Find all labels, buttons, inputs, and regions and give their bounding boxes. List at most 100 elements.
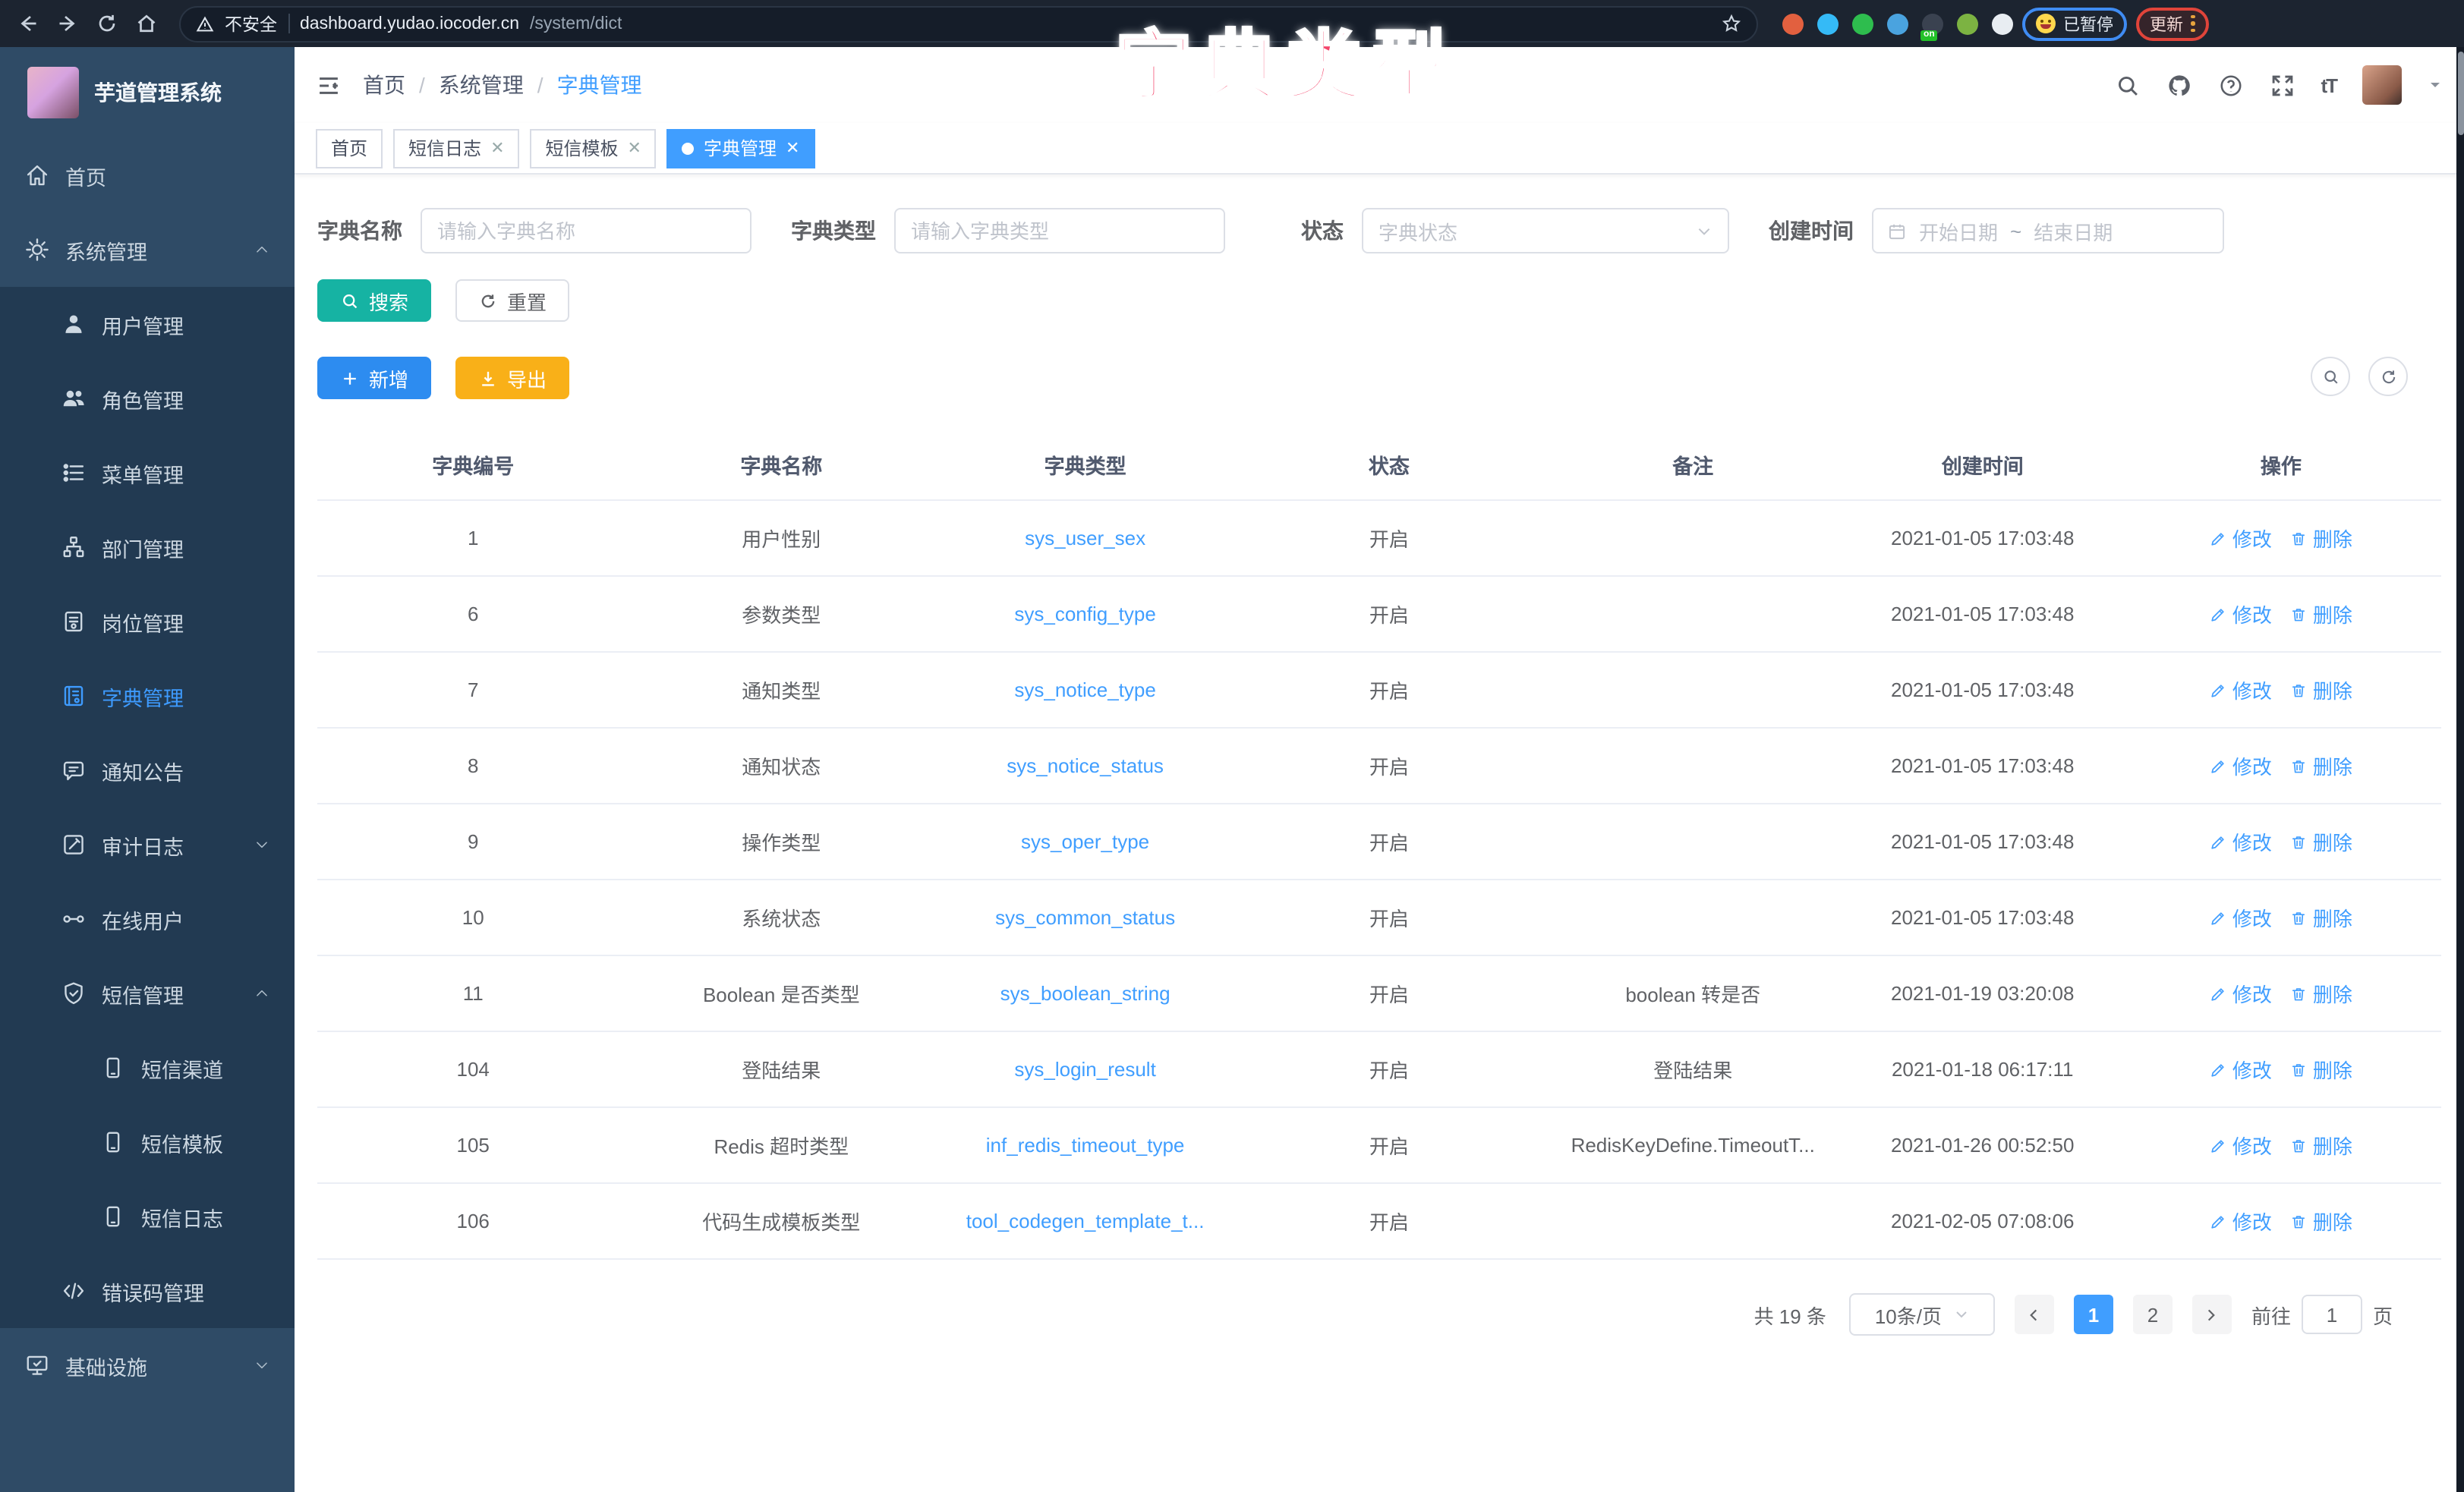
extension-icon[interactable]: on	[1922, 13, 1943, 34]
browser-menu-icon[interactable]	[2191, 15, 2195, 33]
edit-row-button[interactable]: 修改	[2210, 827, 2272, 856]
sidebar-item-system-management[interactable]: 系统管理	[0, 212, 295, 287]
close-icon[interactable]: ✕	[786, 138, 799, 158]
browser-update-button[interactable]: 更新	[2136, 7, 2208, 40]
chevron-down-icon[interactable]	[2428, 77, 2443, 93]
goto-page-input[interactable]	[2302, 1295, 2362, 1334]
sidebar-item-sms-template[interactable]: 短信模板	[0, 1105, 295, 1179]
extension-icon[interactable]	[1887, 13, 1908, 34]
search-button[interactable]: 搜索	[317, 279, 431, 322]
edit-row-button[interactable]: 修改	[2210, 675, 2272, 704]
cell-dict-type-link[interactable]: sys_boolean_string	[934, 955, 1237, 1031]
date-range-picker[interactable]: 开始日期 ~ 结束日期	[1872, 208, 2224, 253]
tab-dict-management[interactable]: 字典管理✕	[667, 128, 815, 168]
toggle-search-button[interactable]	[2311, 357, 2350, 396]
tab-sms-template[interactable]: 短信模板✕	[531, 128, 657, 168]
forward-icon[interactable]	[52, 8, 82, 39]
delete-row-button[interactable]: 删除	[2290, 1131, 2352, 1160]
sidebar-item-sms-channel[interactable]: 短信渠道	[0, 1031, 295, 1105]
dict-type-input[interactable]	[894, 208, 1225, 253]
cell-dict-type-link[interactable]: tool_codegen_template_t...	[934, 1183, 1237, 1259]
delete-row-button[interactable]: 删除	[2290, 675, 2352, 704]
next-page-button[interactable]	[2192, 1295, 2232, 1334]
delete-row-button[interactable]: 删除	[2290, 827, 2352, 856]
tab-sms-log[interactable]: 短信日志✕	[393, 128, 519, 168]
close-icon[interactable]: ✕	[490, 138, 504, 158]
refresh-table-button[interactable]	[2368, 357, 2408, 396]
edit-row-button[interactable]: 修改	[2210, 600, 2272, 628]
extension-icon[interactable]	[1817, 13, 1839, 34]
reload-icon[interactable]	[91, 8, 121, 39]
edit-row-button[interactable]: 修改	[2210, 979, 2272, 1008]
edit-row-button[interactable]: 修改	[2210, 751, 2272, 780]
delete-row-button[interactable]: 删除	[2290, 979, 2352, 1008]
tab-home[interactable]: 首页	[316, 128, 383, 168]
window-scrollbar[interactable]	[2456, 47, 2464, 1492]
breadcrumb-home[interactable]: 首页	[363, 70, 405, 100]
sidebar-item-dict-management[interactable]: 字典管理	[0, 659, 295, 733]
github-icon[interactable]	[2166, 72, 2191, 98]
export-button[interactable]: 导出	[455, 357, 569, 399]
sidebar-item-online-users[interactable]: 在线用户	[0, 882, 295, 956]
extension-icon[interactable]	[1852, 13, 1873, 34]
dict-name-input[interactable]	[421, 208, 751, 253]
cell-dict-type-link[interactable]: inf_redis_timeout_type	[934, 1107, 1237, 1183]
paused-extension-badge[interactable]: 已暂停	[2022, 7, 2127, 40]
extension-icon[interactable]	[1957, 13, 1978, 34]
sidebar-toggle-icon[interactable]	[316, 72, 342, 98]
help-icon[interactable]	[2217, 72, 2243, 98]
cell-dict-type-link[interactable]: sys_common_status	[934, 880, 1237, 955]
edit-row-button[interactable]: 修改	[2210, 524, 2272, 552]
prev-page-button[interactable]	[2015, 1295, 2054, 1334]
delete-row-button[interactable]: 删除	[2290, 751, 2352, 780]
sidebar-item-post-management[interactable]: 岗位管理	[0, 584, 295, 659]
cell-dict-type-link[interactable]: sys_login_result	[934, 1031, 1237, 1107]
fullscreen-icon[interactable]	[2269, 72, 2295, 98]
cell-dict-type-link[interactable]: sys_oper_type	[934, 804, 1237, 880]
sidebar-item-sms-log[interactable]: 短信日志	[0, 1179, 295, 1254]
sidebar-item-error-code[interactable]: 错误码管理	[0, 1254, 295, 1328]
address-bar[interactable]: 不安全 dashboard.yudao.iocoder.cn/system/di…	[179, 5, 1758, 42]
cell-dict-type-link[interactable]: sys_user_sex	[934, 500, 1237, 576]
page-button-1[interactable]: 1	[2074, 1295, 2113, 1334]
breadcrumb-system[interactable]: 系统管理	[439, 70, 524, 100]
delete-row-button[interactable]: 删除	[2290, 903, 2352, 932]
sidebar-item-audit-log[interactable]: 审计日志	[0, 807, 295, 882]
delete-row-button[interactable]: 删除	[2290, 1055, 2352, 1084]
close-icon[interactable]: ✕	[628, 138, 641, 158]
sidebar-item-user-management[interactable]: 用户管理	[0, 287, 295, 361]
user-avatar[interactable]	[2362, 65, 2402, 105]
cell-dict-type-link[interactable]: sys_notice_type	[934, 652, 1237, 728]
sidebar-item-role-management[interactable]: 角色管理	[0, 361, 295, 436]
add-button[interactable]: 新增	[317, 357, 431, 399]
bookmark-star-icon[interactable]	[1722, 14, 1741, 33]
cell-dict-type-link[interactable]: sys_notice_status	[934, 728, 1237, 804]
delete-row-button[interactable]: 删除	[2290, 524, 2352, 552]
sidebar-item-menu-management[interactable]: 菜单管理	[0, 436, 295, 510]
back-icon[interactable]	[12, 8, 43, 39]
home-nav-icon[interactable]	[131, 8, 161, 39]
scrollbar-thumb[interactable]	[2457, 52, 2463, 135]
edit-row-button[interactable]: 修改	[2210, 903, 2272, 932]
extension-icon[interactable]	[1992, 13, 2013, 34]
edit-row-button[interactable]: 修改	[2210, 1055, 2272, 1084]
app-logo[interactable]: 芋道管理系统	[0, 47, 295, 138]
search-icon[interactable]	[2114, 72, 2140, 98]
annotation-overlay-title: 字典类型	[1116, 6, 1456, 115]
delete-row-button[interactable]: 删除	[2290, 600, 2352, 628]
sidebar-item-notice[interactable]: 通知公告	[0, 733, 295, 807]
sidebar-item-home[interactable]: 首页	[0, 138, 295, 212]
font-size-icon[interactable]: tT	[2321, 74, 2336, 96]
extension-icon[interactable]	[1782, 13, 1804, 34]
edit-row-button[interactable]: 修改	[2210, 1131, 2272, 1160]
status-select[interactable]: 字典状态	[1362, 208, 1729, 253]
edit-row-button[interactable]: 修改	[2210, 1207, 2272, 1235]
reset-button[interactable]: 重置	[455, 279, 569, 322]
page-button-2[interactable]: 2	[2133, 1295, 2173, 1334]
cell-dict-type-link[interactable]: sys_config_type	[934, 576, 1237, 652]
page-size-select[interactable]: 10条/页	[1849, 1293, 1995, 1336]
delete-row-button[interactable]: 删除	[2290, 1207, 2352, 1235]
sidebar-item-dept-management[interactable]: 部门管理	[0, 510, 295, 584]
sidebar-item-sms-management[interactable]: 短信管理	[0, 956, 295, 1031]
sidebar-item-infrastructure[interactable]: 基础设施	[0, 1328, 295, 1402]
